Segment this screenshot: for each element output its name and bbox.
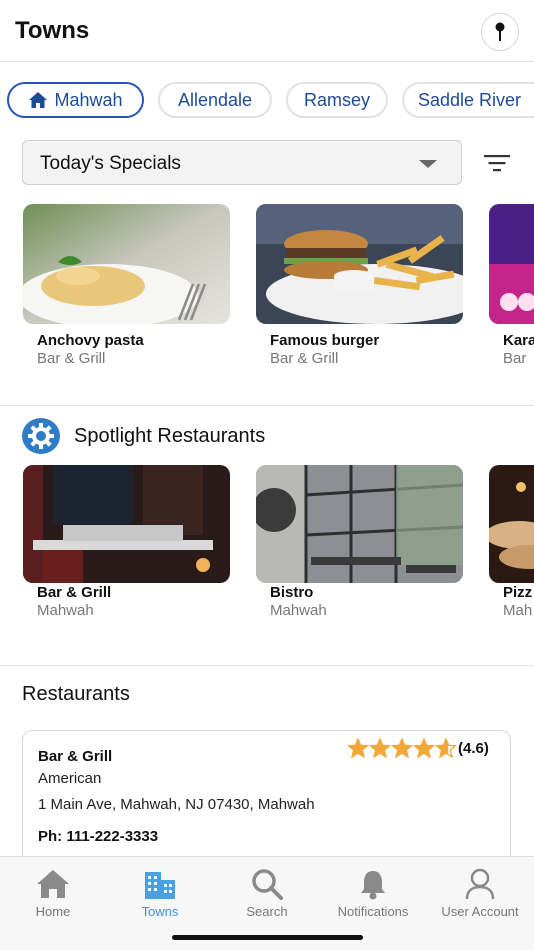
tab-label: Search [246,904,288,919]
user-icon [465,868,495,900]
star-rating [347,738,457,758]
tab-label: Towns [141,904,179,919]
card-title: Bistro [270,584,314,601]
chip-allendale[interactable]: Allendale [158,82,272,118]
spotlight-header: Spotlight Restaurants [22,418,265,454]
spotlight-card[interactable]: Pizz Mah [489,465,534,619]
tab-label: Home [35,904,71,919]
restaurant-list-item[interactable]: Bar & Grill American 1 Main Ave, Mahwah,… [22,730,511,870]
home-indicator [172,935,363,940]
card-subtitle: Bar & Grill [37,350,106,367]
home-icon [29,92,48,108]
spotlight-badge [22,418,60,454]
restaurant-image [256,465,463,583]
card-title: Anchovy pasta [37,332,144,349]
restaurant-address[interactable]: 1 Main Ave, Mahwah, NJ 07430, Mahwah [38,796,315,813]
food-image [23,204,230,324]
food-image [256,204,463,324]
star-icon [347,738,369,758]
restaurants-title: Restaurants [22,683,130,705]
pin-icon [495,22,505,41]
page-title: Towns [15,17,90,44]
chip-ramsey[interactable]: Ramsey [286,82,388,118]
tab-notifications[interactable]: Notifications [320,867,426,919]
bell-icon [361,871,385,900]
restaurant-cuisine: American [38,770,102,787]
spotlight-card[interactable]: Bar & Grill Mahwah [23,465,230,619]
town-chips: Mahwah Allendale Ramsey Saddle River [0,82,534,122]
chip-label: Allendale [177,89,253,110]
dropdown-selected: Today's Specials [40,153,181,174]
card-title: Pizz [503,584,533,601]
card-title: Bar & Grill [37,584,112,601]
tab-user-account[interactable]: User Account [427,867,533,919]
tab-label: User Account [441,904,519,919]
section-divider [0,405,534,406]
card-subtitle: Mah [503,602,533,619]
spotlight-card[interactable]: Bistro Mahwah [256,465,463,619]
restaurant-image [489,465,534,583]
search-icon [252,869,283,900]
card-title: Kara [503,332,534,349]
star-icon [391,738,413,758]
location-pin-button[interactable] [481,13,519,51]
chip-label: Ramsey [303,89,370,110]
specials-dropdown[interactable]: Today's Specials [22,140,462,185]
buildings-icon [145,872,175,899]
star-icon [435,738,457,758]
filter-icon [484,155,510,172]
section-divider [0,665,534,666]
special-card[interactable]: Anchovy pasta Bar & Grill [23,204,230,367]
rating-text: (4.6) [458,740,489,757]
chip-label: Saddle River [418,89,522,110]
card-subtitle: Bar & Grill [270,350,339,367]
gear-icon [28,423,54,449]
specials-row: Anchovy pasta Bar & Grill Famous burger … [0,204,534,374]
chip-mahwah[interactable]: Mahwah [7,82,144,118]
chevron-down-icon [419,160,437,168]
food-image [489,204,534,324]
home-icon [37,870,69,898]
tab-home[interactable]: Home [0,867,106,919]
card-title: Famous burger [270,332,380,349]
card-subtitle: Mahwah [37,602,94,619]
filter-button[interactable] [483,152,511,174]
card-subtitle: Bar [503,350,527,367]
restaurant-phone[interactable]: Ph: 111-222-3333 [38,828,158,845]
spotlight-row: Bar & Grill Mahwah Bistro Mahwah Pizz Ma… [0,465,534,625]
chip-label: Mahwah [54,89,123,110]
card-subtitle: Mahwah [270,602,327,619]
spotlight-title: Spotlight Restaurants [74,424,266,447]
special-card[interactable]: Famous burger Bar & Grill [256,204,463,367]
special-card[interactable]: Kara Bar [489,204,534,367]
tab-towns[interactable]: Towns [107,867,213,919]
star-icon [369,738,391,758]
tab-label: Notifications [337,904,409,919]
chip-saddle-river[interactable]: Saddle River [402,82,534,118]
restaurant-image [23,465,230,583]
restaurant-name: Bar & Grill [38,748,113,765]
app-header: Towns [0,0,534,62]
tab-search[interactable]: Search [214,867,320,919]
star-icon [413,738,435,758]
